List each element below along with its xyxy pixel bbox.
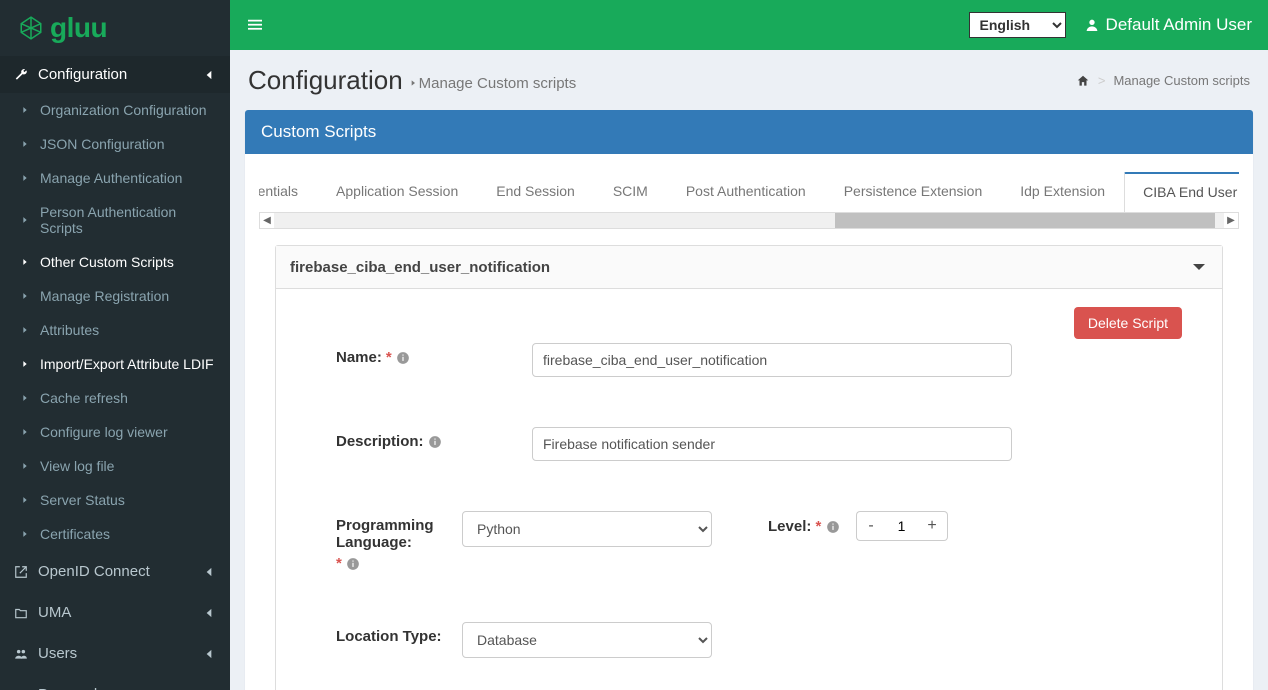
- topbar: English Default Admin User: [230, 0, 1268, 50]
- sidebar-item-server-status[interactable]: Server Status: [0, 483, 230, 517]
- level-label: Level: *: [768, 518, 840, 535]
- tab-scroll-right-icon[interactable]: ▶: [1224, 213, 1238, 228]
- brand-icon: [18, 15, 44, 41]
- tab-ciba-end-user-notification[interactable]: CIBA End User Notification: [1124, 172, 1239, 213]
- chevron-right-icon: [20, 425, 30, 439]
- chevron-right-icon: [20, 493, 30, 507]
- chevron-left-icon: [202, 647, 216, 661]
- location-type-label: Location Type:: [336, 622, 446, 645]
- chevron-right-icon: [20, 137, 30, 151]
- sidebar-item-other-custom-scripts[interactable]: Other Custom Scripts: [0, 245, 230, 279]
- chevron-left-icon: [202, 68, 216, 82]
- script-accordion-header[interactable]: firebase_ciba_end_user_notification: [276, 246, 1222, 289]
- tabs: edentials Application Session End Sessio…: [259, 172, 1239, 213]
- tab-scroll-left-icon[interactable]: ◀: [260, 213, 274, 228]
- level-stepper: - +: [856, 511, 948, 541]
- sidebar: gluu Configuration Organization Configur…: [0, 0, 230, 690]
- info-icon[interactable]: [826, 520, 840, 534]
- chevron-right-icon: [20, 527, 30, 541]
- info-icon[interactable]: [346, 557, 360, 571]
- logo[interactable]: gluu: [0, 0, 230, 56]
- user-icon: [1084, 17, 1100, 33]
- chevron-right-icon: [20, 323, 30, 337]
- script-item: firebase_ciba_end_user_notification Dele…: [275, 245, 1223, 690]
- chevron-right-icon: [20, 255, 30, 269]
- chevron-left-icon: [202, 606, 216, 620]
- sidebar-item-import-export-ldif[interactable]: Import/Export Attribute LDIF: [0, 347, 230, 381]
- sidebar-item-certificates[interactable]: Certificates: [0, 517, 230, 551]
- sidebar-item-configure-log-viewer[interactable]: Configure log viewer: [0, 415, 230, 449]
- name-label: Name:*: [336, 343, 516, 366]
- sidebar-item-json-config[interactable]: JSON Configuration: [0, 127, 230, 161]
- tab-scrollbar[interactable]: ◀ ▶: [259, 213, 1239, 229]
- delete-script-button[interactable]: Delete Script: [1074, 307, 1182, 339]
- breadcrumb-current: Manage Custom scripts: [1113, 73, 1250, 88]
- chevron-right-icon: [20, 459, 30, 473]
- sidebar-item-attributes[interactable]: Attributes: [0, 313, 230, 347]
- level-increment-button[interactable]: +: [918, 511, 948, 541]
- sidebar-item-cache-refresh[interactable]: Cache refresh: [0, 381, 230, 415]
- chevron-left-icon: [202, 565, 216, 579]
- chevron-right-icon: [20, 213, 30, 227]
- sidebar-item-manage-registration[interactable]: Manage Registration: [0, 279, 230, 313]
- chevron-right-icon: [20, 289, 30, 303]
- external-link-icon: [14, 565, 28, 579]
- menu-toggle-icon[interactable]: [246, 18, 264, 32]
- info-icon[interactable]: [428, 435, 442, 449]
- custom-scripts-panel: Custom Scripts edentials Application Ses…: [245, 110, 1253, 690]
- user-menu[interactable]: Default Admin User: [1084, 15, 1252, 35]
- home-icon[interactable]: [1076, 74, 1090, 88]
- sidebar-section-personal[interactable]: Personal: [0, 674, 230, 690]
- location-type-select[interactable]: Database: [462, 622, 712, 658]
- sidebar-section-users[interactable]: Users: [0, 633, 230, 674]
- name-input[interactable]: [532, 343, 1012, 377]
- page-subtitle: Manage Custom scripts: [409, 75, 577, 92]
- sidebar-item-manage-auth[interactable]: Manage Authentication: [0, 161, 230, 195]
- panel-title: Custom Scripts: [245, 110, 1253, 154]
- sidebar-item-view-log-file[interactable]: View log file: [0, 449, 230, 483]
- page-title: Configuration: [248, 65, 403, 96]
- programming-language-label: Programming Language:*: [336, 511, 446, 572]
- chevron-right-icon: [20, 171, 30, 185]
- sidebar-section-openid[interactable]: OpenID Connect: [0, 551, 230, 592]
- users-icon: [14, 647, 28, 661]
- chevron-right-icon: [20, 391, 30, 405]
- level-input[interactable]: [886, 511, 918, 541]
- wrench-icon: [14, 68, 28, 82]
- tab-post-authentication[interactable]: Post Authentication: [667, 172, 825, 212]
- tab-credentials[interactable]: edentials: [259, 172, 317, 212]
- tab-scim[interactable]: SCIM: [594, 172, 667, 212]
- chevron-right-icon: [20, 103, 30, 117]
- folder-icon: [14, 606, 28, 620]
- description-input[interactable]: [532, 427, 1012, 461]
- breadcrumb: > Manage Custom scripts: [1076, 73, 1250, 88]
- sidebar-item-person-auth-scripts[interactable]: Person Authentication Scripts: [0, 195, 230, 245]
- level-decrement-button[interactable]: -: [856, 511, 886, 541]
- brand-text: gluu: [50, 12, 107, 44]
- page-header: Configuration Manage Custom scripts > Ma…: [230, 50, 1268, 110]
- tab-idp-extension[interactable]: Idp Extension: [1001, 172, 1124, 212]
- sidebar-section-uma[interactable]: UMA: [0, 592, 230, 633]
- caret-right-icon: [409, 77, 417, 89]
- info-icon[interactable]: [396, 351, 410, 365]
- sidebar-item-org-config[interactable]: Organization Configuration: [0, 93, 230, 127]
- programming-language-select[interactable]: Python: [462, 511, 712, 547]
- tab-persistence-extension[interactable]: Persistence Extension: [825, 172, 1002, 212]
- tab-application-session[interactable]: Application Session: [317, 172, 477, 212]
- language-select[interactable]: English: [969, 12, 1066, 38]
- description-label: Description:: [336, 427, 516, 450]
- chevron-down-icon: [1190, 258, 1208, 276]
- sidebar-configuration-header[interactable]: Configuration: [0, 56, 230, 93]
- chevron-right-icon: [20, 357, 30, 371]
- tab-end-session[interactable]: End Session: [477, 172, 594, 212]
